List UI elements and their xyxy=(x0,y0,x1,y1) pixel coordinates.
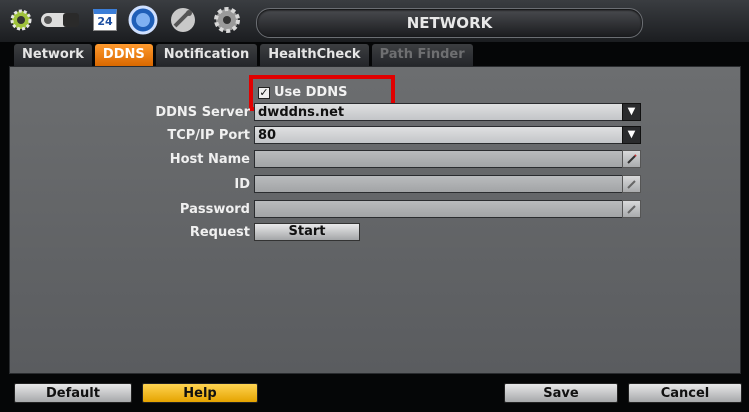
use-ddns-label: Use DDNS xyxy=(274,85,348,100)
save-button[interactable]: Save xyxy=(504,383,618,403)
tcp-ip-port-row: TCP/IP Port 80 ▼ xyxy=(10,126,740,146)
start-button[interactable]: Start xyxy=(254,223,360,241)
tcp-ip-port-dropdown-button[interactable]: ▼ xyxy=(622,126,641,144)
host-name-row: Host Name xyxy=(10,150,740,170)
host-name-field[interactable] xyxy=(254,150,641,168)
password-label: Password xyxy=(179,202,250,217)
tools-icon[interactable] xyxy=(166,6,200,34)
password-row: Password xyxy=(10,200,740,220)
tab-healthcheck[interactable]: HealthCheck xyxy=(260,44,369,66)
cancel-button[interactable]: Cancel xyxy=(628,383,742,403)
id-label: ID xyxy=(234,177,250,192)
window-title: NETWORK xyxy=(256,8,643,38)
request-row: Request Start xyxy=(10,223,740,243)
tab-path-finder: Path Finder xyxy=(371,44,473,66)
top-toolbar: 24 NETWORK xyxy=(0,0,749,42)
password-edit-icon[interactable] xyxy=(622,200,641,218)
tcp-ip-port-select[interactable]: 80 xyxy=(254,126,641,144)
ddns-server-label: DDNS Server xyxy=(155,105,250,120)
ddns-settings-window: 24 NETWORK Network DDNS Notification Hea… xyxy=(0,0,749,412)
calendar-day: 24 xyxy=(93,9,117,31)
tab-ddns[interactable]: DDNS xyxy=(94,44,153,66)
ddns-panel: ✓ Use DDNS DDNS Server dwddns.net ▼ TCP/… xyxy=(9,66,741,374)
tab-notification[interactable]: Notification xyxy=(155,44,258,66)
camera-icon[interactable] xyxy=(38,6,88,34)
use-ddns-checkbox[interactable]: ✓ Use DDNS xyxy=(258,85,347,100)
host-name-label: Host Name xyxy=(169,152,250,167)
network-globe-icon[interactable] xyxy=(126,5,160,35)
ddns-server-dropdown-button[interactable]: ▼ xyxy=(622,103,641,121)
ddns-server-select[interactable]: dwddns.net xyxy=(254,103,641,121)
tab-bar: Network DDNS Notification HealthCheck Pa… xyxy=(14,44,476,66)
id-field[interactable] xyxy=(254,175,641,193)
default-button[interactable]: Default xyxy=(14,383,132,403)
id-row: ID xyxy=(10,175,740,195)
password-field[interactable] xyxy=(254,200,641,218)
ddns-server-row: DDNS Server dwddns.net ▼ xyxy=(10,103,740,123)
tab-network[interactable]: Network xyxy=(14,44,92,66)
request-label: Request xyxy=(189,225,250,240)
calendar-icon[interactable]: 24 xyxy=(92,6,118,34)
help-button[interactable]: Help xyxy=(142,383,258,403)
id-edit-icon[interactable] xyxy=(622,175,641,193)
settings-gear-icon[interactable] xyxy=(210,6,244,34)
host-name-edit-icon[interactable] xyxy=(622,150,641,168)
tcp-ip-port-label: TCP/IP Port xyxy=(167,128,250,143)
gear-icon[interactable] xyxy=(8,6,34,34)
checkbox-checked-icon[interactable]: ✓ xyxy=(258,86,270,99)
